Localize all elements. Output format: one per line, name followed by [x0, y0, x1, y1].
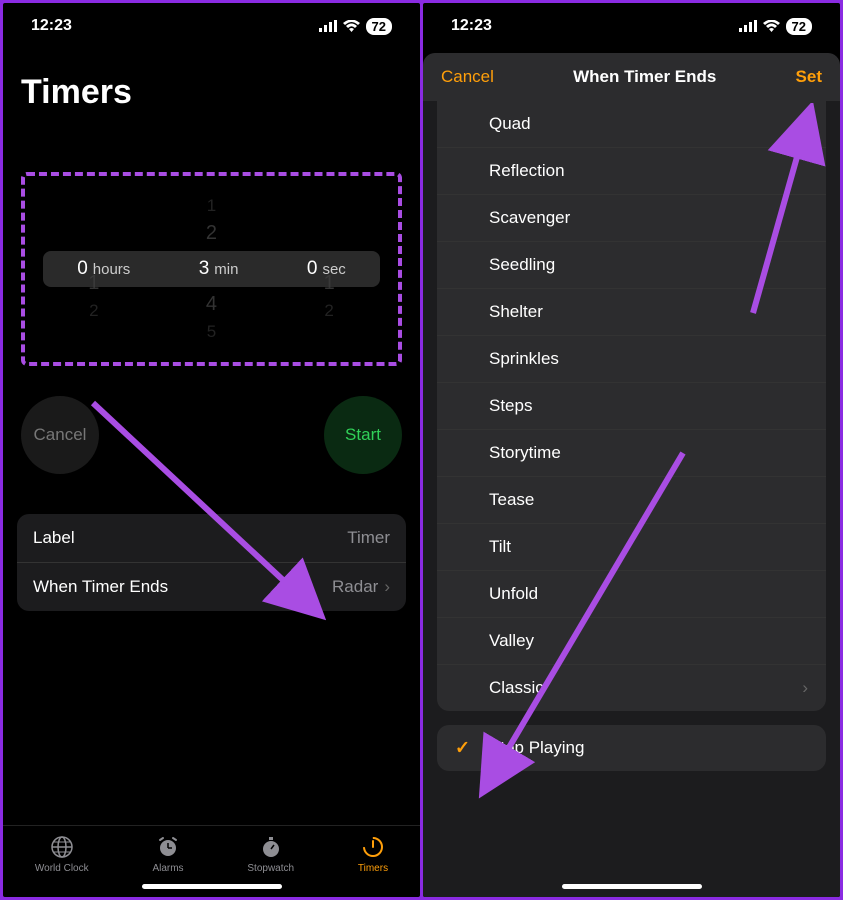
tab-bar: World Clock Alarms Stopwatch Timers	[3, 825, 420, 878]
sound-item[interactable]: Storytime	[437, 430, 826, 477]
sound-item[interactable]: Scavenger	[437, 195, 826, 242]
sound-item[interactable]: Tilt	[437, 524, 826, 571]
battery-icon: 72	[366, 18, 392, 35]
signal-icon	[319, 20, 337, 32]
timer-settings: Label Timer When Timer Ends Radar ›	[17, 514, 406, 611]
status-time: 12:23	[451, 17, 492, 35]
time-picker-highlight: 1 2 1 2 4 5 1 2 0hours 3min 0sec	[21, 172, 402, 366]
tab-label: World Clock	[35, 863, 89, 874]
seconds-value: 0	[307, 258, 318, 280]
checkmark-icon: ✓	[455, 738, 470, 759]
status-right: 72	[739, 18, 812, 35]
seconds-unit: sec	[322, 261, 345, 278]
sound-item[interactable]: Quad	[437, 101, 826, 148]
status-bar: 12:23 72	[423, 3, 840, 43]
modal-header: Cancel When Timer Ends Set	[423, 53, 840, 101]
home-indicator[interactable]	[142, 884, 282, 889]
home-indicator[interactable]	[562, 884, 702, 889]
sound-item[interactable]: Unfold	[437, 571, 826, 618]
button-row: Cancel Start	[3, 366, 420, 494]
hours-unit: hours	[93, 261, 131, 278]
label-row-label: Label	[33, 528, 75, 548]
modal-title: When Timer Ends	[573, 67, 716, 87]
label-row[interactable]: Label Timer	[17, 514, 406, 563]
picker-selection-bar: 0hours 3min 0sec	[43, 251, 380, 287]
cancel-button[interactable]: Cancel	[441, 67, 494, 87]
when-timer-ends-row[interactable]: When Timer Ends Radar ›	[17, 563, 406, 611]
status-right: 72	[319, 18, 392, 35]
tab-world-clock[interactable]: World Clock	[35, 834, 89, 874]
tab-stopwatch[interactable]: Stopwatch	[247, 834, 294, 874]
label-row-value: Timer	[347, 528, 390, 548]
status-bar: 12:23 72	[3, 3, 420, 43]
sound-item[interactable]: Reflection	[437, 148, 826, 195]
set-button[interactable]: Set	[796, 67, 822, 87]
chevron-right-icon: ›	[384, 577, 390, 597]
hours-value: 0	[77, 258, 88, 280]
sounds-section: Quad Reflection Scavenger Seedling Shelt…	[437, 101, 826, 711]
tab-label: Alarms	[152, 863, 183, 874]
phone-right: 12:23 72 Cancel When Timer Ends Set Quad…	[423, 3, 840, 897]
cancel-button[interactable]: Cancel	[21, 396, 99, 474]
sound-label: Classic	[489, 678, 544, 697]
status-time: 12:23	[31, 17, 72, 35]
stop-playing-section: ✓ Stop Playing	[437, 725, 826, 771]
time-picker[interactable]: 1 2 1 2 4 5 1 2 0hours 3min 0sec	[35, 186, 388, 352]
battery-icon: 72	[786, 18, 812, 35]
sound-item[interactable]: Valley	[437, 618, 826, 665]
phone-left: 12:23 72 Timers 1 2 1 2 4 5	[3, 3, 420, 897]
page-title: Timers	[3, 43, 420, 122]
sound-picker-modal: Cancel When Timer Ends Set Quad Reflecti…	[423, 53, 840, 897]
sound-item[interactable]: Steps	[437, 383, 826, 430]
ends-row-value: Radar	[332, 577, 378, 597]
wifi-icon	[763, 20, 780, 32]
sound-item-classic[interactable]: Classic ›	[437, 665, 826, 711]
sound-item[interactable]: Shelter	[437, 289, 826, 336]
stopwatch-icon	[258, 834, 284, 860]
tab-timers[interactable]: Timers	[358, 834, 388, 874]
chevron-right-icon: ›	[802, 678, 808, 698]
tab-label: Stopwatch	[247, 863, 294, 874]
sound-list[interactable]: Quad Reflection Scavenger Seedling Shelt…	[423, 101, 840, 878]
minutes-unit: min	[214, 261, 238, 278]
minutes-value: 3	[199, 258, 210, 280]
sound-item[interactable]: Seedling	[437, 242, 826, 289]
sound-item[interactable]: Sprinkles	[437, 336, 826, 383]
signal-icon	[739, 20, 757, 32]
tab-alarms[interactable]: Alarms	[152, 834, 183, 874]
ends-row-label: When Timer Ends	[33, 577, 168, 597]
stop-playing-item[interactable]: ✓ Stop Playing	[437, 725, 826, 771]
wifi-icon	[343, 20, 360, 32]
stop-playing-label: Stop Playing	[489, 738, 584, 757]
sound-item[interactable]: Tease	[437, 477, 826, 524]
alarm-icon	[155, 834, 181, 860]
start-button[interactable]: Start	[324, 396, 402, 474]
globe-icon	[49, 834, 75, 860]
timer-icon	[360, 834, 386, 860]
tab-label: Timers	[358, 863, 388, 874]
